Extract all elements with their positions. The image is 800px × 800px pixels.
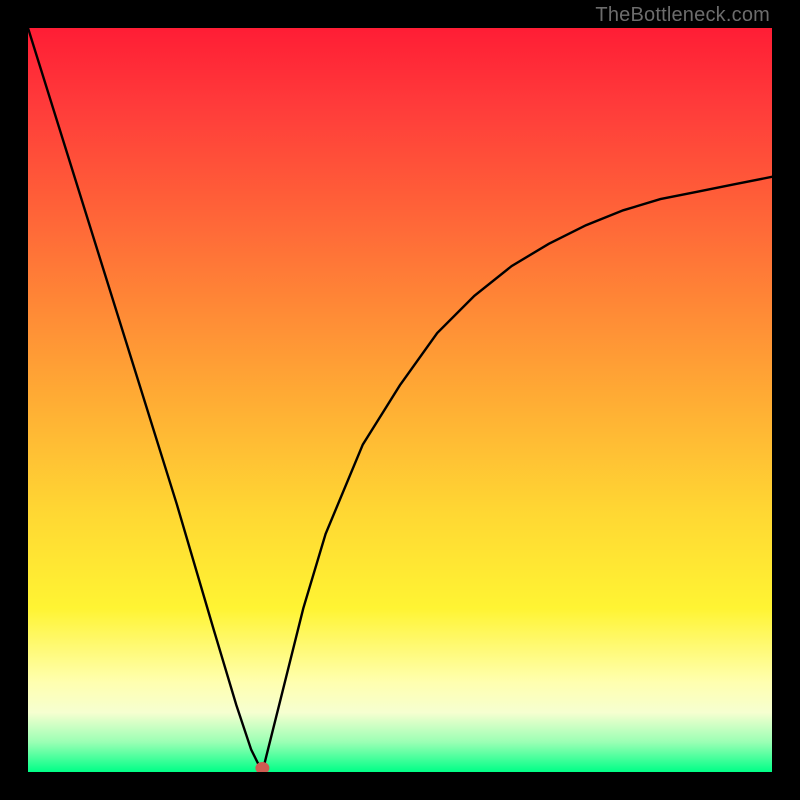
curve-layer (28, 28, 772, 772)
watermark-text: TheBottleneck.com (595, 4, 770, 27)
plot-area (28, 28, 772, 772)
bottleneck-curve (28, 28, 772, 772)
chart-frame: TheBottleneck.com (0, 0, 800, 800)
